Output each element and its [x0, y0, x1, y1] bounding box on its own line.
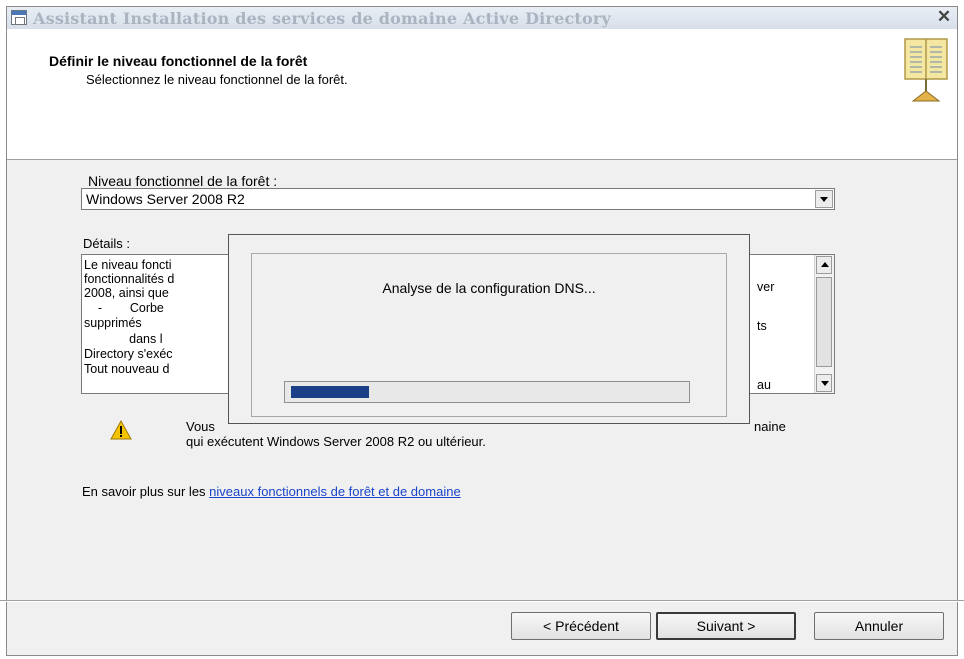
progress-panel: Analyse de la configuration DNS...: [251, 253, 727, 417]
dropdown-button[interactable]: [815, 190, 833, 208]
chevron-up-icon: [821, 262, 829, 267]
scroll-down-button[interactable]: [816, 374, 832, 392]
page-title: Définir le niveau fonctionnel de la forê…: [49, 53, 308, 69]
title-bar[interactable]: Assistant Installation des services de d…: [7, 7, 957, 29]
forest-level-value: Windows Server 2008 R2: [86, 191, 245, 207]
details-line: Le niveau foncti: [84, 258, 172, 272]
scroll-up-button[interactable]: [816, 256, 832, 274]
learn-more: En savoir plus sur les niveaux fonctionn…: [82, 484, 461, 499]
cancel-button[interactable]: Annuler: [814, 612, 944, 640]
details-line: - Corbe: [84, 301, 164, 315]
warning-text-line2: qui exécutent Windows Server 2008 R2 ou …: [186, 434, 486, 449]
next-button[interactable]: Suivant >: [656, 612, 796, 640]
footer-divider: [0, 600, 964, 602]
details-line: dans l: [84, 332, 163, 346]
progress-bar-fill: [291, 386, 369, 398]
scroll-thumb[interactable]: [816, 277, 832, 367]
warning-icon: [110, 420, 132, 440]
details-line: supprimés: [84, 316, 142, 330]
progress-bar: [284, 381, 690, 403]
progress-message: Analyse de la configuration DNS...: [382, 280, 596, 296]
wizard-header: Définir le niveau fonctionnel de la forê…: [7, 29, 957, 160]
chevron-down-icon: [820, 197, 828, 202]
details-line: 2008, ainsi que: [84, 286, 169, 300]
details-scrollbar[interactable]: [814, 255, 834, 393]
warning-text-start: Vous: [186, 419, 215, 434]
details-fragment: ver: [757, 280, 775, 294]
functional-levels-link[interactable]: niveaux fonctionnels de forêt et de doma…: [209, 484, 461, 499]
warning-text-end: naine: [754, 419, 786, 434]
forest-level-label: Niveau fonctionnel de la forêt :: [88, 173, 278, 189]
details-fragment: au: [757, 378, 771, 392]
details-line: fonctionnalités d: [84, 272, 175, 286]
page-subtitle: Sélectionnez le niveau fonctionnel de la…: [86, 72, 348, 87]
details-fragment: ts: [757, 319, 767, 333]
app-icon: [11, 10, 27, 25]
book-icon: [904, 38, 948, 102]
details-line: Directory s'exéc: [84, 347, 173, 361]
window-title: Assistant Installation des services de d…: [33, 9, 611, 28]
chevron-down-icon: [821, 381, 829, 386]
details-line: Tout nouveau d: [84, 362, 170, 376]
progress-dialog: Analyse de la configuration DNS...: [228, 234, 750, 424]
previous-button[interactable]: < Précédent: [511, 612, 651, 640]
close-button[interactable]: ✕: [933, 7, 955, 27]
forest-level-select[interactable]: Windows Server 2008 R2: [81, 188, 835, 210]
details-label: Détails :: [83, 236, 130, 251]
learn-more-prefix: En savoir plus sur les: [82, 484, 210, 499]
